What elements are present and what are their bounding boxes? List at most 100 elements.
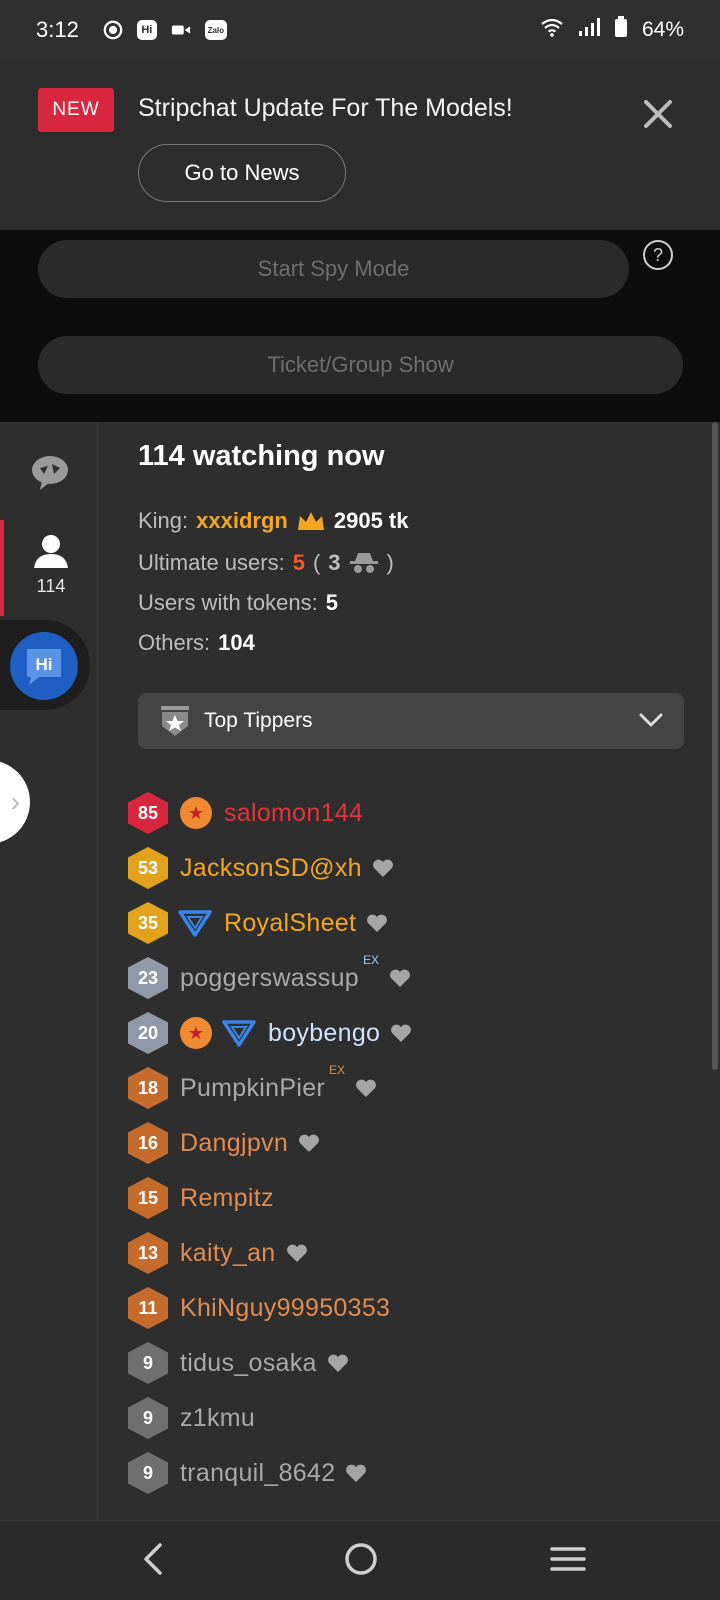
heart-icon[interactable] bbox=[286, 1243, 308, 1263]
level-badge: 20 bbox=[128, 1012, 168, 1054]
ultimate-label: Ultimate users: bbox=[138, 550, 285, 575]
tipper-row[interactable]: 15 Rempitz bbox=[128, 1176, 274, 1220]
battery-percent: 64% bbox=[641, 18, 684, 41]
tipper-username[interactable]: RoyalSheet bbox=[224, 909, 356, 938]
king-row: King: xxxidrgn 2905 tk bbox=[138, 508, 408, 534]
tipper-username[interactable]: poggerswassup bbox=[180, 964, 359, 993]
menu-icon bbox=[550, 1547, 586, 1571]
star-badge-icon: ★ bbox=[180, 797, 212, 829]
paren-close: ) bbox=[386, 550, 394, 575]
heart-icon[interactable] bbox=[355, 1078, 377, 1098]
go-to-news-button[interactable]: Go to News bbox=[138, 144, 346, 202]
clock: 3:12 bbox=[36, 17, 79, 42]
users-count: 114 bbox=[36, 576, 66, 596]
tipper-row[interactable]: 9 tidus_osaka bbox=[128, 1341, 349, 1385]
level-badge: 11 bbox=[128, 1287, 168, 1329]
help-icon[interactable]: ? bbox=[643, 240, 673, 270]
tipper-row[interactable]: 20 ★ boybengo bbox=[128, 1011, 412, 1055]
chat-tab[interactable] bbox=[30, 452, 70, 492]
wifi-icon bbox=[540, 17, 564, 43]
tipper-username[interactable]: JacksonSD@xh bbox=[180, 854, 362, 883]
hi-app-icon: Hi bbox=[10, 632, 78, 700]
king-label: King: bbox=[138, 508, 189, 533]
side-nav: 114 Hi › bbox=[0, 422, 98, 1520]
king-username[interactable]: xxxidrgn bbox=[196, 508, 288, 534]
home-button[interactable] bbox=[342, 1539, 380, 1584]
ultimate-hidden-count: 3 bbox=[328, 550, 341, 575]
top-tippers-dropdown[interactable]: Top Tippers bbox=[138, 693, 684, 749]
users-tab[interactable]: 114 bbox=[0, 520, 98, 616]
tokens-label: Users with tokens: bbox=[138, 590, 318, 615]
record-icon bbox=[103, 20, 123, 40]
tipper-username[interactable]: KhiNguy99950353 bbox=[180, 1294, 390, 1323]
recents-button[interactable] bbox=[548, 1539, 588, 1584]
tipper-row[interactable]: 23 poggerswassup EX bbox=[128, 953, 411, 1000]
drawer-toggle[interactable]: › bbox=[0, 760, 30, 844]
new-badge: NEW bbox=[38, 88, 114, 132]
system-nav-bar bbox=[0, 1520, 720, 1600]
status-bar: 3:12 Hi Zalo 64% bbox=[0, 0, 720, 60]
trophy-shield-icon bbox=[161, 706, 189, 736]
heart-icon[interactable] bbox=[327, 1353, 349, 1373]
tipper-username[interactable]: tidus_osaka bbox=[180, 1349, 317, 1378]
level-badge: 9 bbox=[128, 1397, 168, 1439]
close-icon[interactable] bbox=[640, 96, 676, 132]
tipper-row[interactable]: 85 ★ salomon144 bbox=[128, 791, 363, 835]
dropdown-label: Top Tippers bbox=[204, 709, 313, 732]
tipper-row[interactable]: 11 KhiNguy99950353 bbox=[128, 1286, 390, 1330]
video-icon bbox=[171, 20, 191, 40]
paren-open: ( bbox=[312, 550, 321, 575]
tipper-username[interactable]: Dangjpvn bbox=[180, 1129, 288, 1158]
tipper-username[interactable]: kaity_an bbox=[180, 1239, 276, 1268]
king-tokens: 2905 tk bbox=[333, 508, 409, 533]
tipper-username[interactable]: boybengo bbox=[268, 1019, 380, 1048]
tipper-row[interactable]: 53 JacksonSD@xh bbox=[128, 846, 394, 890]
level-badge: 13 bbox=[128, 1232, 168, 1274]
heart-icon[interactable] bbox=[389, 968, 411, 988]
ticket-group-show-button[interactable]: Ticket/Group Show bbox=[38, 336, 683, 394]
chevron-right-icon: › bbox=[10, 786, 20, 817]
hi-app-icon: Hi bbox=[136, 20, 157, 40]
level-badge: 16 bbox=[128, 1122, 168, 1164]
hi-label: Hi bbox=[36, 655, 53, 674]
heart-icon[interactable] bbox=[366, 913, 388, 933]
ex-badge: EX bbox=[363, 953, 380, 967]
tipper-username[interactable]: Rempitz bbox=[180, 1184, 274, 1213]
notification-icons: Hi Zalo bbox=[103, 20, 227, 40]
heart-icon[interactable] bbox=[390, 1023, 412, 1043]
level-badge: 9 bbox=[128, 1342, 168, 1384]
tipper-username[interactable]: PumpkinPier bbox=[180, 1074, 325, 1103]
tipper-row[interactable]: 35 RoyalSheet bbox=[128, 901, 388, 945]
others-value: 104 bbox=[218, 630, 255, 655]
ex-badge: EX bbox=[329, 1063, 346, 1077]
others-label: Others: bbox=[138, 630, 211, 655]
tipper-row[interactable]: 9 tranquil_8642 bbox=[128, 1451, 367, 1495]
tipper-row[interactable]: 13 kaity_an bbox=[128, 1231, 308, 1275]
tokens-row: Users with tokens: 5 bbox=[138, 590, 338, 616]
level-badge: 23 bbox=[128, 957, 168, 999]
star-badge-icon: ★ bbox=[180, 1017, 212, 1049]
back-button[interactable] bbox=[138, 1539, 168, 1584]
start-spy-mode-button[interactable]: Start Spy Mode bbox=[38, 240, 629, 298]
news-banner: NEW Stripchat Update For The Models! Go … bbox=[0, 60, 720, 230]
vip-triangle-icon bbox=[222, 1020, 256, 1047]
chevron-down-icon bbox=[639, 713, 663, 727]
home-icon bbox=[345, 1543, 377, 1575]
hi-chat-bubble[interactable]: Hi bbox=[0, 620, 90, 710]
heart-icon[interactable] bbox=[345, 1463, 367, 1483]
scrollbar[interactable] bbox=[712, 422, 718, 1070]
banner-title: Stripchat Update For The Models! bbox=[138, 94, 513, 122]
tipper-row[interactable]: 18 PumpkinPier EX bbox=[128, 1063, 377, 1110]
tipper-row[interactable]: 16 Dangjpvn bbox=[128, 1121, 320, 1165]
tipper-username[interactable]: z1kmu bbox=[180, 1404, 255, 1433]
user-icon bbox=[34, 535, 68, 568]
heart-icon[interactable] bbox=[372, 858, 394, 878]
level-badge: 35 bbox=[128, 902, 168, 944]
battery-icon bbox=[614, 16, 628, 44]
tipper-row[interactable]: 9 z1kmu bbox=[128, 1396, 255, 1440]
heart-icon[interactable] bbox=[298, 1133, 320, 1153]
level-badge: 85 bbox=[128, 792, 168, 834]
ultimate-row: Ultimate users: 5 ( 3 ) bbox=[138, 550, 394, 576]
tipper-username[interactable]: tranquil_8642 bbox=[180, 1459, 335, 1488]
tipper-username[interactable]: salomon144 bbox=[224, 799, 363, 828]
